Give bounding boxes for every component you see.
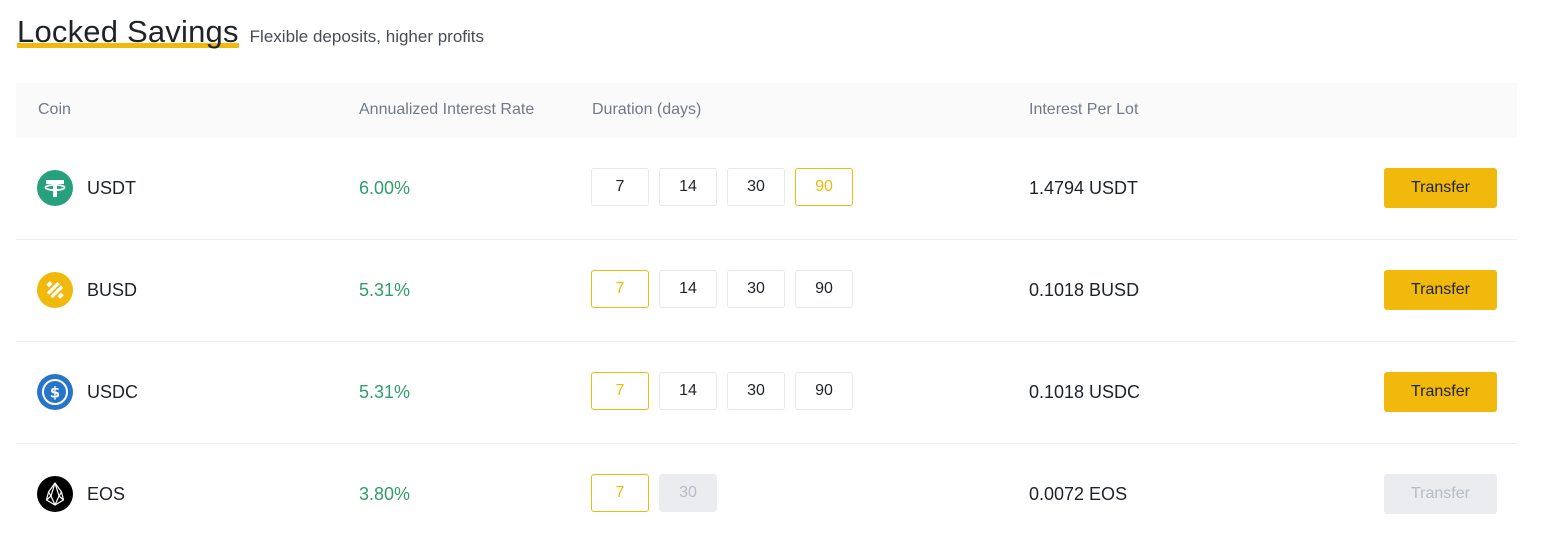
coin-cell: USDT — [37, 170, 136, 206]
interest-per-lot: 0.1018 BUSD — [1029, 280, 1140, 300]
interest-rate: 5.31% — [359, 382, 411, 402]
busd-icon — [37, 272, 73, 308]
table-row: BUSD 5.31% 7 14 30 90 0.1018 BUSD Transf… — [16, 240, 1517, 342]
duration-option[interactable]: 14 — [659, 168, 717, 206]
locked-savings-page: Locked Savings Flexible deposits, higher… — [0, 0, 1550, 537]
duration-option-selected[interactable]: 90 — [795, 168, 853, 206]
duration-option[interactable]: 90 — [795, 372, 853, 410]
column-header-duration: Duration (days) — [592, 101, 702, 118]
column-header-rate: Annualized Interest Rate — [359, 101, 535, 118]
transfer-button-disabled: Transfer — [1384, 474, 1497, 514]
transfer-button[interactable]: Transfer — [1384, 168, 1497, 208]
interest-rate: 5.31% — [359, 280, 411, 300]
page-title: Locked Savings — [17, 14, 239, 49]
coin-name: USDC — [87, 381, 139, 402]
duration-option-disabled: 30 — [659, 474, 717, 512]
coin-cell: $ USDC — [37, 374, 138, 410]
tether-icon — [37, 170, 73, 206]
duration-option[interactable]: 30 — [727, 270, 785, 308]
interest-rate: 3.80% — [359, 484, 411, 504]
coin-name: USDT — [87, 177, 136, 198]
duration-option[interactable]: 30 — [727, 168, 785, 206]
table-row: $ USDC 5.31% 7 14 30 90 0.1018 USDC Tran… — [16, 342, 1517, 444]
interest-per-lot: 0.1018 USDC — [1029, 382, 1141, 402]
duration-option-selected[interactable]: 7 — [591, 474, 649, 512]
table-row: EOS 3.80% 7 30 0.0072 EOS Transfer — [16, 444, 1517, 537]
duration-option[interactable]: 90 — [795, 270, 853, 308]
duration-option[interactable]: 14 — [659, 270, 717, 308]
coin-name: BUSD — [87, 279, 138, 300]
transfer-button[interactable]: Transfer — [1384, 372, 1497, 412]
transfer-button[interactable]: Transfer — [1384, 270, 1497, 310]
duration-option-selected[interactable]: 7 — [591, 372, 649, 410]
duration-options: 7 30 — [591, 474, 717, 512]
table-row: USDT 6.00% 7 14 30 90 1.4794 USDT Transf… — [16, 138, 1517, 240]
usdc-icon: $ — [37, 374, 73, 410]
duration-options: 7 14 30 90 — [591, 372, 853, 410]
duration-options: 7 14 30 90 — [591, 270, 853, 308]
svg-text:$: $ — [50, 384, 60, 402]
table-header: Coin Annualized Interest Rate Duration (… — [16, 83, 1517, 138]
interest-per-lot: 0.0072 EOS — [1029, 484, 1128, 504]
page-subtitle: Flexible deposits, higher profits — [249, 27, 485, 46]
duration-option[interactable]: 7 — [591, 168, 649, 206]
duration-option[interactable]: 14 — [659, 372, 717, 410]
column-header-coin: Coin — [38, 101, 71, 118]
savings-table: Coin Annualized Interest Rate Duration (… — [16, 83, 1517, 537]
coin-cell: BUSD — [37, 272, 137, 308]
interest-per-lot: 1.4794 USDT — [1029, 178, 1139, 198]
duration-option[interactable]: 30 — [727, 372, 785, 410]
duration-options: 7 14 30 90 — [591, 168, 853, 206]
interest-rate: 6.00% — [359, 178, 411, 198]
coin-cell: EOS — [37, 476, 125, 512]
section-header: Locked Savings Flexible deposits, higher… — [17, 14, 484, 50]
eos-icon — [37, 476, 73, 512]
coin-name: EOS — [87, 483, 126, 504]
column-header-interest: Interest Per Lot — [1029, 101, 1139, 118]
duration-option-selected[interactable]: 7 — [591, 270, 649, 308]
